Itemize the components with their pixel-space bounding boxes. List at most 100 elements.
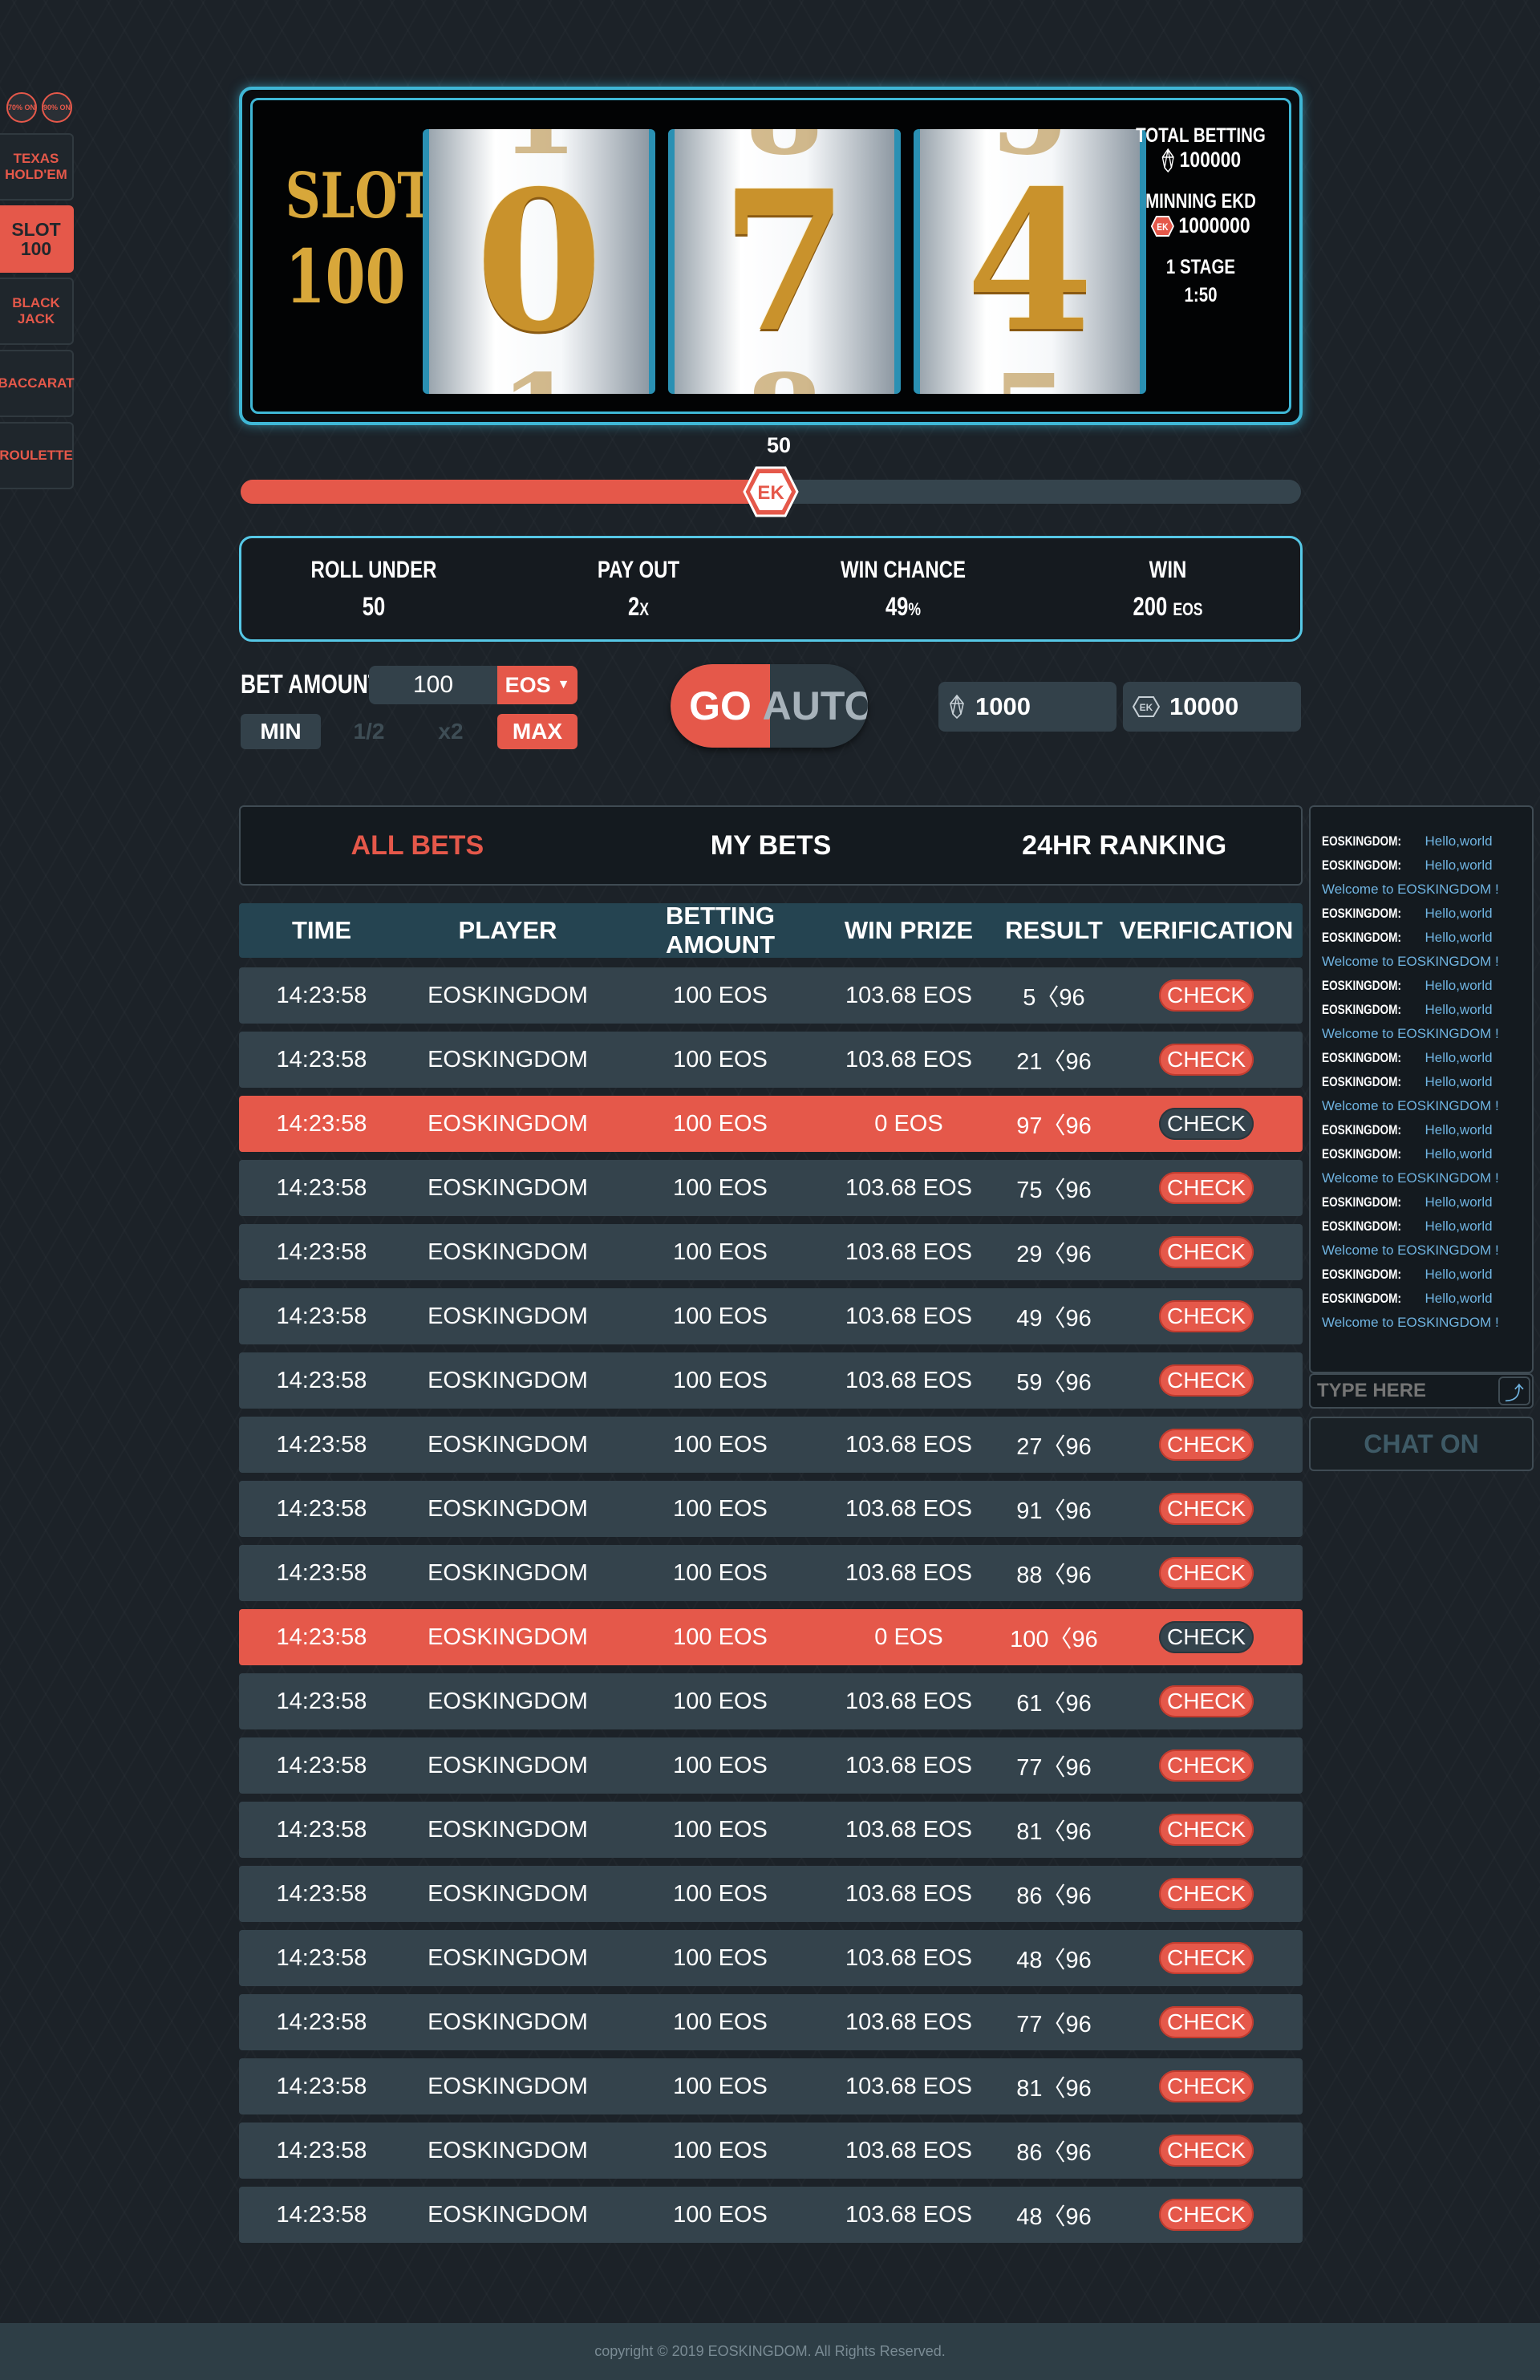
slider-value: 50 (766, 433, 792, 457)
cell-verification: CHECK (1110, 1621, 1303, 1653)
sidebar-item-blackjack[interactable]: BLACK JACK (0, 278, 74, 345)
win-number: 200 (1133, 591, 1168, 621)
cell-verification: CHECK (1110, 2006, 1303, 2038)
total-betting-amount: 100000 (1179, 148, 1242, 172)
check-button[interactable]: CHECK (1159, 1236, 1254, 1268)
check-button[interactable]: CHECK (1159, 1878, 1254, 1910)
cell-prize: 103.68 EOS (845, 2073, 972, 2099)
cell-prize: 103.68 EOS (845, 1495, 972, 1522)
check-button[interactable]: CHECK (1159, 2199, 1254, 2231)
table-row: 14:23:58 EOSKINGDOM 100 EOS 103.68 EOS 29〈96… (239, 1224, 1303, 1280)
toggle-90[interactable]: 90% ON (42, 92, 72, 123)
cell-result: 91〈96 (1016, 1498, 1092, 1524)
check-button[interactable]: CHECK (1159, 1300, 1254, 1332)
slider-handle-ekd-icon[interactable]: EK (742, 465, 800, 518)
max-button[interactable]: MAX (497, 714, 578, 749)
cell-time: 14:23:58 (276, 1367, 367, 1393)
sidebar-item-baccarat[interactable]: BACCARAT (0, 350, 75, 417)
bet-amount-input[interactable] (369, 666, 497, 704)
cell-prize: 103.68 EOS (845, 1431, 972, 1458)
check-button[interactable]: CHECK (1159, 2006, 1254, 2038)
currency-select[interactable]: EOS ▼ (497, 666, 578, 704)
send-icon[interactable]: ⤴ (1498, 1377, 1530, 1405)
check-button[interactable]: CHECK (1159, 1685, 1254, 1717)
check-button[interactable]: CHECK (1159, 2070, 1254, 2102)
chat-message: EOSKINGDOM: Hello,world Welcome to EOSKI… (1322, 926, 1521, 974)
chat-message: EOSKINGDOM: Hello,world Welcome to EOSKI… (1322, 998, 1521, 1046)
check-button[interactable]: CHECK (1159, 1364, 1254, 1397)
bet-amount-label: BET AMOUNT (241, 669, 382, 699)
cell-verification: CHECK (1110, 1236, 1303, 1268)
cell-player: EOSKINGDOM (428, 1624, 588, 1650)
double-button[interactable]: x2 (419, 714, 483, 749)
cell-time: 14:23:58 (276, 1303, 367, 1329)
slot-reel-1: 1 0 1 (423, 129, 655, 394)
sidebar-item-texas-holdem[interactable]: TEXAS HOLD'EM (0, 133, 74, 201)
check-button[interactable]: CHECK (1159, 1172, 1254, 1204)
toggle-70[interactable]: 70% ON (6, 92, 37, 123)
check-button[interactable]: CHECK (1159, 1750, 1254, 1782)
cell-time: 14:23:58 (276, 1752, 367, 1778)
cell-time: 14:23:58 (276, 1495, 367, 1522)
half-button[interactable]: 1/2 (337, 714, 401, 749)
check-button[interactable]: CHECK (1159, 979, 1254, 1012)
table-row: 14:23:58 EOSKINGDOM 100 EOS 0 EOS 100〈96 CHEC… (239, 1609, 1303, 1665)
check-button[interactable]: CHECK (1159, 1557, 1254, 1589)
ekd-icon: EK (1151, 215, 1175, 237)
col-verification: VERIFICATION (1119, 916, 1294, 944)
cell-prize: 0 EOS (874, 1624, 943, 1650)
cell-verification: CHECK (1110, 1300, 1303, 1332)
cell-time: 14:23:58 (276, 1174, 367, 1201)
roll-slider[interactable]: EK (241, 466, 1301, 517)
table-row: 14:23:58 EOSKINGDOM 100 EOS 103.68 EOS 5〈96 C… (239, 967, 1303, 1024)
payout-unit: X (639, 598, 649, 619)
cell-amount: 100 EOS (673, 2073, 768, 2099)
cell-prize: 103.68 EOS (845, 1752, 972, 1778)
min-button[interactable]: MIN (241, 714, 321, 749)
sidebar-item-slot-100[interactable]: SLOT 100 (0, 205, 74, 273)
chat-message: EOSKINGDOM: Hello,world (1322, 1118, 1521, 1142)
go-button[interactable]: GO (671, 664, 770, 748)
cell-result: 61〈96 (1016, 1691, 1092, 1717)
table-row: 14:23:58 EOSKINGDOM 100 EOS 103.68 EOS 48〈96… (239, 1930, 1303, 1986)
table-row: 14:23:58 EOSKINGDOM 100 EOS 103.68 EOS 27〈96… (239, 1417, 1303, 1473)
eos-balance-value: 1000 (975, 692, 1031, 720)
cell-result: 86〈96 (1016, 2140, 1092, 2166)
payout-value: 2X (533, 592, 744, 622)
ekd-balance-value: 10000 (1169, 692, 1239, 720)
cell-result: 48〈96 (1016, 2204, 1092, 2230)
check-button[interactable]: CHECK (1159, 1621, 1254, 1653)
check-button[interactable]: CHECK (1159, 1942, 1254, 1974)
slot-info-panel: TOTAL BETTING 100000 MINNING EKD EK 1000… (1121, 124, 1281, 307)
check-button[interactable]: CHECK (1159, 1108, 1254, 1140)
sidebar-item-roulette[interactable]: ROULETTE (0, 422, 74, 489)
table-row: 14:23:58 EOSKINGDOM 100 EOS 103.68 EOS 88〈96… (239, 1545, 1303, 1601)
cell-prize: 103.68 EOS (845, 1046, 972, 1072)
cell-verification: CHECK (1110, 1557, 1303, 1589)
chat-on-button[interactable]: CHAT ON (1309, 1417, 1534, 1471)
cell-player: EOSKINGDOM (428, 1239, 588, 1265)
check-button[interactable]: CHECK (1159, 1044, 1254, 1076)
win-unit: EOS (1173, 598, 1203, 619)
chat-text: Hello,world (1424, 978, 1493, 993)
check-button[interactable]: CHECK (1159, 1493, 1254, 1525)
auto-button[interactable]: AUTO (763, 664, 868, 748)
game-sidebar: 70% ON 90% ON TEXAS HOLD'EM SLOT 100 BLA… (0, 87, 77, 489)
cell-prize: 103.68 EOS (845, 1688, 972, 1714)
check-button[interactable]: CHECK (1159, 1814, 1254, 1846)
cell-result: 77〈96 (1016, 2012, 1092, 2037)
tab-my-bets[interactable]: MY BETS (594, 830, 948, 862)
slot-title-line2: 100 (285, 233, 406, 320)
cell-player: EOSKINGDOM (428, 1174, 588, 1201)
check-button[interactable]: CHECK (1159, 2135, 1254, 2167)
cell-prize: 0 EOS (874, 1110, 943, 1137)
cell-verification: CHECK (1110, 1108, 1303, 1140)
cell-player: EOSKINGDOM (428, 2137, 588, 2163)
cell-verification: CHECK (1110, 1814, 1303, 1846)
tab-all-bets[interactable]: ALL BETS (241, 830, 594, 862)
cell-prize: 103.68 EOS (845, 1944, 972, 1971)
cell-result: 21〈96 (1016, 1049, 1092, 1075)
check-button[interactable]: CHECK (1159, 1429, 1254, 1461)
cell-player: EOSKINGDOM (428, 1110, 588, 1137)
tab-24hr-ranking[interactable]: 24HR RANKING (947, 830, 1301, 862)
